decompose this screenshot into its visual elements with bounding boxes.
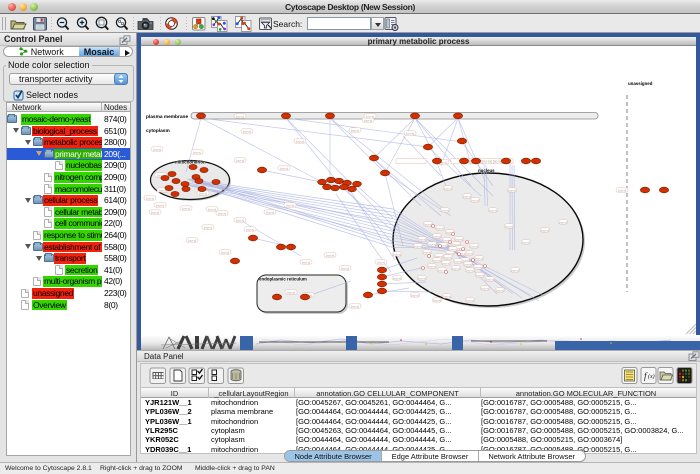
svg-text:[no-x]: [no-x] [393,252,401,256]
svg-text:[no-x]: [no-x] [418,276,426,280]
svg-text:[no-x]: [no-x] [302,260,310,264]
svg-text:[no-x]: [no-x] [351,128,359,132]
svg-text:[no-x]: [no-x] [444,255,452,259]
svg-text:[no-x]: [no-x] [443,294,451,298]
svg-text:[no-x]: [no-x] [541,228,549,232]
svg-text:[no-x]: [no-x] [366,114,374,118]
svg-text:[no-x]: [no-x] [471,198,479,202]
svg-text:[no-x]: [no-x] [424,222,432,226]
svg-text:[no-x]: [no-x] [436,226,444,230]
svg-text:[no-x]: [no-x] [475,256,483,260]
svg-text:[no-x]: [no-x] [414,244,422,248]
svg-text:[no-x]: [no-x] [286,203,294,207]
svg-text:[no-x]: [no-x] [296,139,304,143]
svg-text:[no-x]: [no-x] [522,240,530,244]
svg-text:[no-x]: [no-x] [182,206,190,210]
svg-text:[no-x]: [no-x] [433,234,441,238]
svg-text:unassigned: unassigned [628,81,653,86]
svg-text:[no-x]: [no-x] [496,288,504,292]
svg-text:[no-x]: [no-x] [218,211,226,215]
svg-text:endoplasmic reticulum: endoplasmic reticulum [259,277,307,282]
svg-text:[no-x]: [no-x] [508,188,516,192]
svg-text:[no-x]: [no-x] [236,218,244,222]
svg-text:[no-x]: [no-x] [151,210,159,214]
svg-text:[no-x]: [no-x] [393,276,401,280]
svg-text:[no-x]: [no-x] [266,210,274,214]
svg-text:mitochondrion: mitochondrion [175,160,206,165]
svg-text:[no-x]: [no-x] [511,268,519,272]
svg-text:[no-x]: [no-x] [464,262,472,266]
svg-text:[no-x]: [no-x] [411,293,419,297]
svg-text:[no-x]: [no-x] [406,131,414,135]
svg-text:[no-x]: [no-x] [199,191,207,195]
svg-text:[no-x]: [no-x] [377,260,385,264]
svg-text:[no-x]: [no-x] [236,114,244,118]
svg-text:[no-x]: [no-x] [486,277,494,281]
svg-text:[no-x]: [no-x] [204,225,212,229]
svg-text:(x): (x) [648,373,655,380]
svg-text:[no-x]: [no-x] [505,224,513,228]
svg-text:[no-x]: [no-x] [364,118,372,122]
svg-text:[no-x]: [no-x] [474,265,482,269]
svg-text:[no-x]: [no-x] [476,273,484,277]
svg-text:[no-x]: [no-x] [351,304,359,308]
svg-text:[no-x]: [no-x] [153,147,161,151]
svg-text:[no-x]: [no-x] [208,207,216,211]
svg-text:[no-x]: [no-x] [466,298,474,302]
svg-text:[no-x]: [no-x] [326,253,334,257]
svg-text:[no-x]: [no-x] [243,129,251,133]
svg-text:[no-x]: [no-x] [559,220,567,224]
svg-text:[no-x]: [no-x] [433,258,441,262]
svg-text:[no-x]: [no-x] [455,237,463,241]
svg-text:[no-x]: [no-x] [246,227,254,231]
svg-text:[no-x]: [no-x] [449,247,457,251]
svg-text:[no-x]: [no-x] [442,261,450,265]
svg-text:[no-x]: [no-x] [618,188,626,192]
svg-text:plasma membrane: plasma membrane [146,114,188,120]
svg-text:[no-x]: [no-x] [193,150,201,154]
svg-text:[no-x]: [no-x] [188,238,196,242]
svg-text:[no-x]: [no-x] [221,250,229,254]
svg-text:[no-x]: [no-x] [341,266,349,270]
svg-text:[no-x]: [no-x] [466,268,474,272]
svg-text:[no-x]: [no-x] [452,266,460,270]
svg-text:[no-x]: [no-x] [444,186,452,190]
svg-text:[no-x]: [no-x] [423,250,431,254]
svg-text:[no-x]: [no-x] [481,286,489,290]
svg-text:[no-x]: [no-x] [146,196,154,200]
svg-text:[no-x]: [no-x] [463,194,471,198]
svg-text:cytoplasm: cytoplasm [146,128,170,134]
svg-text:[no-x]: [no-x] [236,158,244,162]
svg-text:[no-x]: [no-x] [470,244,478,248]
svg-text:[no-x]: [no-x] [454,259,462,263]
svg-text:[no-x]: [no-x] [489,208,497,212]
svg-text:[no-x]: [no-x] [156,203,164,207]
svg-text:[no-x]: [no-x] [433,298,441,302]
svg-text:nucleus: nucleus [478,168,495,173]
svg-text:[no-x]: [no-x] [280,166,288,170]
svg-text:[no-x]: [no-x] [441,208,449,212]
svg-text:[no-x]: [no-x] [287,290,295,294]
svg-text:[no-x]: [no-x] [428,242,436,246]
svg-text:[no-x]: [no-x] [428,264,436,268]
svg-text:[no-x]: [no-x] [418,237,426,241]
